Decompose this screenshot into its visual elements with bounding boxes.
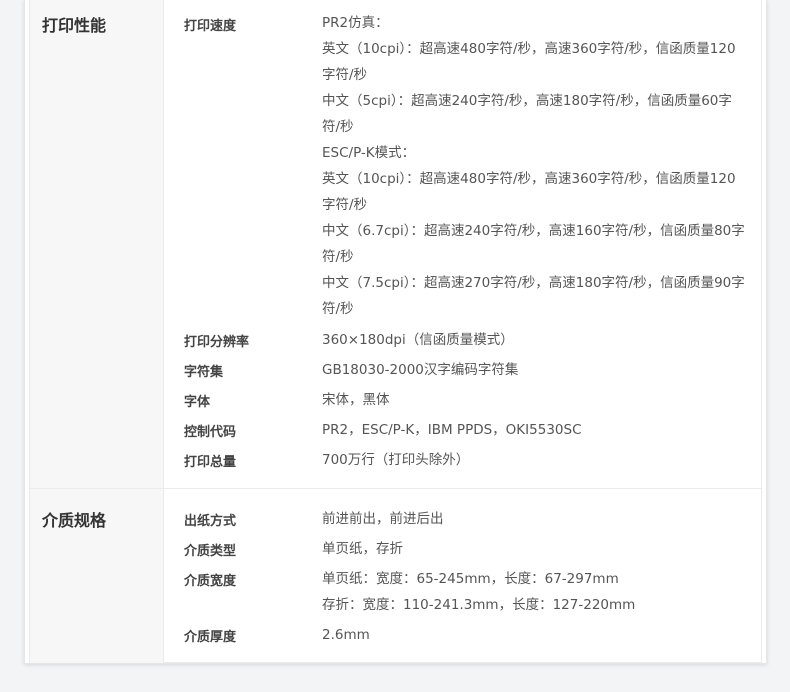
value-line: 英文（10cpi）：超高速480字符/秒，高速360字符/秒，信函质量120 xyxy=(322,171,736,187)
value-line: 中文（5cpi）：超高速240字符/秒，高速180字符/秒，信函质量60字 xyxy=(322,93,732,109)
spec-key: 字符集 xyxy=(184,365,224,380)
value-line: GB18030-2000汉字编码字符集 xyxy=(322,362,519,378)
spec-key: 打印速度 xyxy=(184,19,237,34)
value-line: 360×180dpi（信函质量模式） xyxy=(322,332,514,348)
value-line: 单页纸：宽度：65-245mm，长度：67-297mm xyxy=(322,571,619,587)
value-line: 符/秒 xyxy=(322,301,354,317)
value-line: 英文（10cpi）：超高速480字符/秒，高速360字符/秒，信函质量120 xyxy=(322,41,736,57)
value-line: 字符/秒 xyxy=(322,67,368,83)
spec-key: 出纸方式 xyxy=(184,514,237,529)
value-line: 700万行（打印头除外） xyxy=(322,452,470,468)
value-line: 宋体，黑体 xyxy=(322,392,390,408)
value-line: PR2，ESC/P-K，IBM PPDS，OKI5530SC xyxy=(322,422,582,438)
value-line: 存折：宽度：110-241.3mm，长度：127-220mm xyxy=(322,597,636,613)
spec-value: 宋体，黑体 xyxy=(322,387,762,413)
spec-card: 打印性能 打印速度 PR2仿真： 英文（10cpi）：超高速480字符/秒，高速… xyxy=(24,0,767,664)
value-line: PR2仿真： xyxy=(322,15,389,31)
value-line: 字符/秒 xyxy=(322,197,368,213)
value-line: 单页纸，存折 xyxy=(322,541,403,557)
spec-value: GB18030-2000汉字编码字符集 xyxy=(322,357,762,383)
spec-value: 前进前出，前进后出 xyxy=(322,506,762,532)
spec-table: 打印性能 打印速度 PR2仿真： 英文（10cpi）：超高速480字符/秒，高速… xyxy=(29,0,762,663)
spec-value: 单页纸：宽度：65-245mm，长度：67-297mm 存折：宽度：110-24… xyxy=(322,566,762,618)
value-line: 符/秒 xyxy=(322,119,354,135)
section-category-cell: 介质规格 xyxy=(30,489,164,663)
spec-value: 2.6mm xyxy=(322,622,762,648)
spec-key: 控制代码 xyxy=(184,425,237,440)
value-line: 符/秒 xyxy=(322,249,354,265)
section-media-spec: 介质规格 出纸方式 前进前出，前进后出 介质类型 单页纸，存折 介质宽度 单页纸… xyxy=(30,489,761,663)
value-line: 2.6mm xyxy=(322,627,370,643)
section-title: 打印性能 xyxy=(42,16,107,35)
section-print-performance: 打印性能 打印速度 PR2仿真： 英文（10cpi）：超高速480字符/秒，高速… xyxy=(30,0,761,488)
spec-value: PR2，ESC/P-K，IBM PPDS，OKI5530SC xyxy=(322,417,762,443)
spec-key: 打印总量 xyxy=(184,455,237,470)
spec-key: 介质宽度 xyxy=(184,574,237,589)
spec-key: 打印分辨率 xyxy=(184,335,250,350)
section-category-cell: 打印性能 xyxy=(30,0,164,488)
value-line: ESC/P-K模式： xyxy=(322,145,416,161)
section-title: 介质规格 xyxy=(42,511,107,530)
spec-key: 介质类型 xyxy=(184,544,237,559)
spec-key: 字体 xyxy=(184,395,211,410)
spec-key: 介质厚度 xyxy=(184,630,237,645)
value-line: 中文（7.5cpi）：超高速270字符/秒，高速180字符/秒，信函质量90字 xyxy=(322,275,745,291)
spec-value: 单页纸，存折 xyxy=(322,536,762,562)
value-line: 中文（6.7cpi）：超高速240字符/秒，高速160字符/秒，信函质量80字 xyxy=(322,223,745,239)
spec-value: 700万行（打印头除外） xyxy=(322,447,762,473)
spec-value: PR2仿真： 英文（10cpi）：超高速480字符/秒，高速360字符/秒，信函… xyxy=(322,10,762,322)
value-line: 前进前出，前进后出 xyxy=(322,511,444,527)
spec-value: 360×180dpi（信函质量模式） xyxy=(322,327,762,353)
